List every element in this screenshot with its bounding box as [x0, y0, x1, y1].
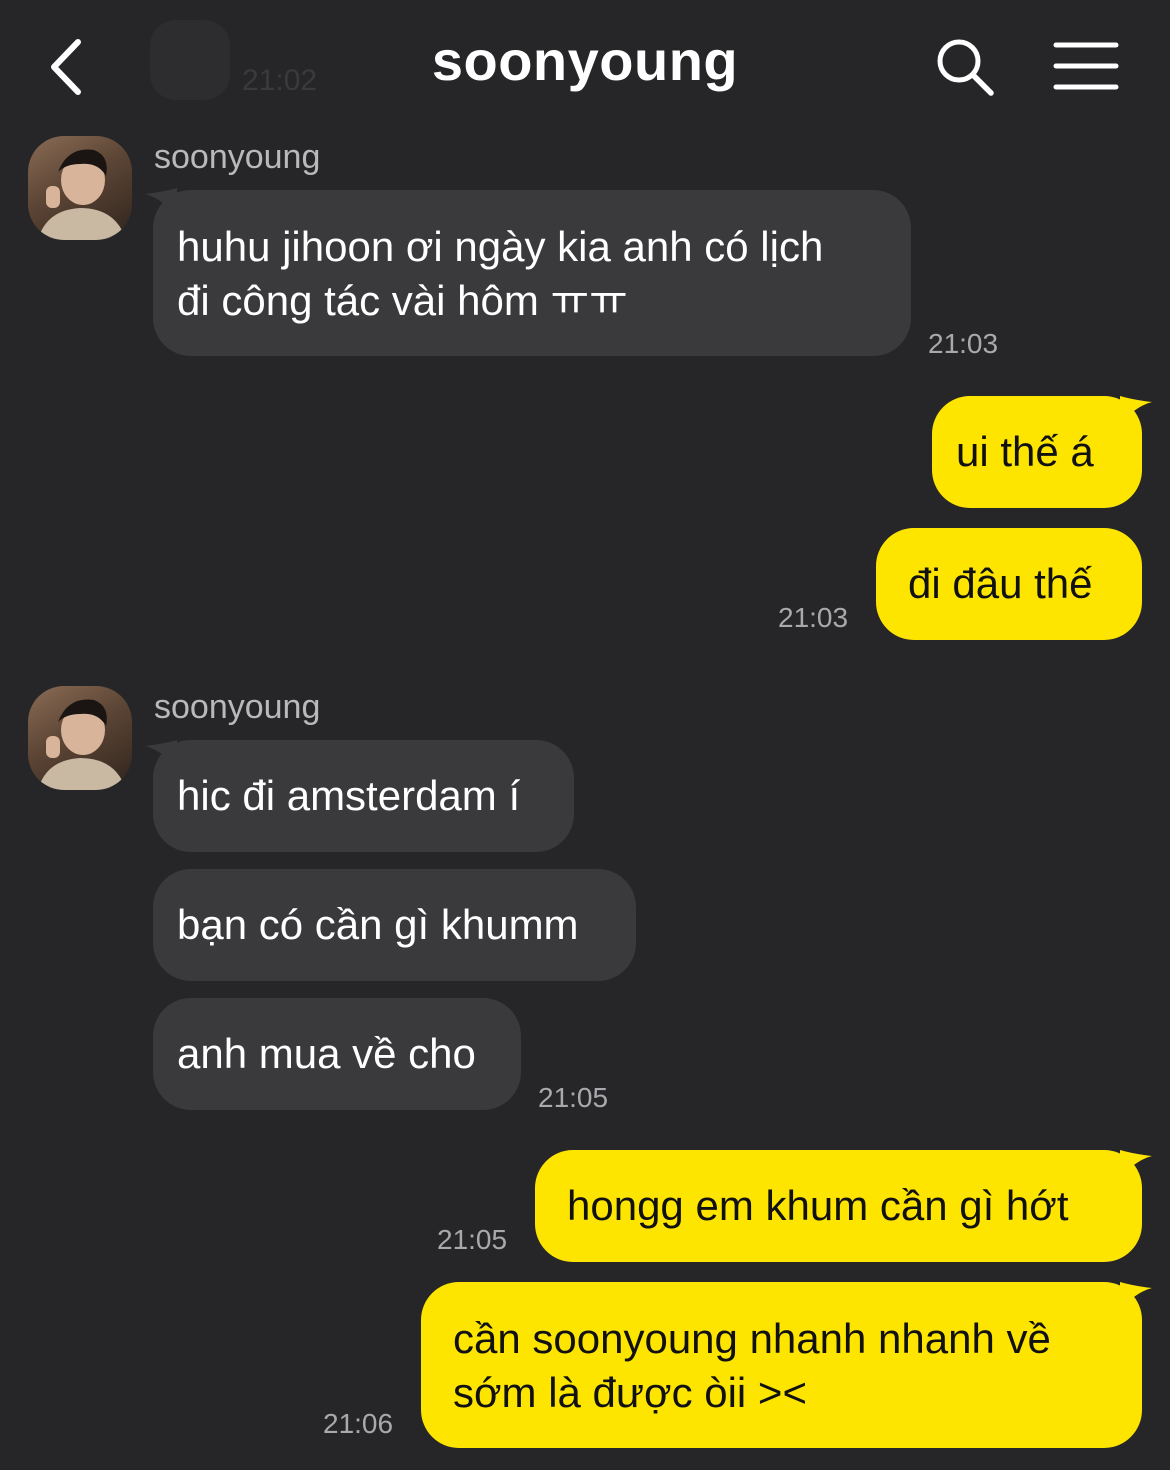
person-photo-icon — [38, 149, 126, 240]
message-line: bạn có cần gì khumm — [177, 901, 579, 948]
message-line: đi đâu thế — [908, 560, 1093, 607]
message-bubble[interactable]: bạn có cần gì khumm — [153, 869, 636, 981]
hamburger-menu-icon[interactable] — [1052, 40, 1120, 92]
message-line: hongg em khum cần gì hớt — [567, 1182, 1069, 1229]
message-bubble[interactable]: hic đi amsterdam í — [153, 740, 574, 852]
message-bubble[interactable]: cần soonyoung nhanh nhanh về sớm là được… — [421, 1282, 1142, 1448]
message-bubble[interactable]: anh mua về cho — [153, 998, 521, 1110]
message-line: sớm là được òii >< — [453, 1369, 807, 1416]
sender-name: soonyoung — [154, 138, 321, 176]
message-bubble[interactable]: ui thế á — [932, 396, 1142, 508]
message-line: huhu jihoon ơi ngày kia anh có lịch — [177, 223, 824, 270]
message-timestamp: 21:03 — [778, 602, 849, 633]
message-bubble[interactable]: hongg em khum cần gì hớt — [535, 1150, 1142, 1262]
message-timestamp: 21:06 — [323, 1408, 394, 1439]
sender-name: soonyoung — [154, 688, 321, 726]
message-line: đi công tác vài hôm ㅠㅠ — [177, 277, 628, 324]
person-photo-icon — [38, 699, 126, 790]
message-timestamp: 21:03 — [928, 328, 999, 359]
contact-avatar[interactable] — [28, 136, 132, 240]
message-timestamp: 21:05 — [538, 1082, 609, 1113]
message-bubble[interactable]: huhu jihoon ơi ngày kia anh có lịch đi c… — [153, 190, 911, 356]
message-bubble[interactable]: đi đâu thế — [876, 528, 1142, 640]
contact-avatar[interactable] — [28, 686, 132, 790]
message-line: cần soonyoung nhanh nhanh về — [453, 1315, 1051, 1362]
chat-header: 21:02 soonyoung — [0, 0, 1170, 130]
search-icon[interactable] — [934, 36, 996, 98]
message-line: hic đi amsterdam í — [177, 772, 521, 819]
message-timestamp: 21:05 — [437, 1224, 508, 1255]
message-line: anh mua về cho — [177, 1030, 476, 1077]
message-line: ui thế á — [956, 428, 1094, 475]
